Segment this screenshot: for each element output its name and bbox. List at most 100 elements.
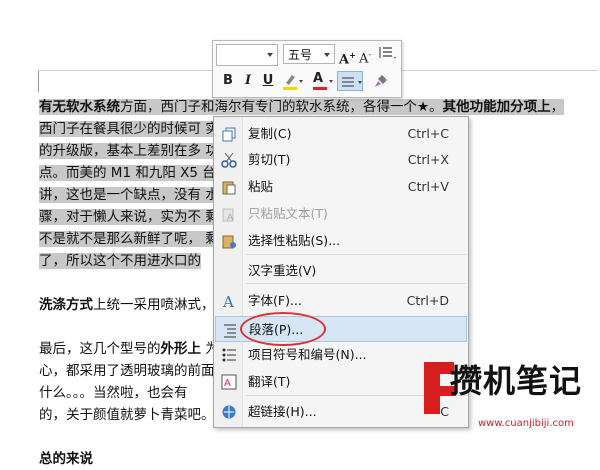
- page-margin-marker: [38, 70, 39, 92]
- italic-button[interactable]: I: [239, 71, 257, 91]
- watermark-url: www.cuanjibiji.com: [478, 418, 574, 429]
- highlight-button[interactable]: [281, 71, 303, 91]
- watermark-logo: 攒机笔记 www.cuanjibiji.com: [420, 352, 600, 435]
- bullets-icon: [222, 348, 236, 362]
- menu-item-7[interactable]: A 字体(F)... Ctrl+D: [215, 288, 467, 314]
- line-spacing-button[interactable]: [377, 45, 397, 65]
- paste-text-icon: A: [222, 208, 234, 222]
- text-run: 了，所以这个不用进水口的: [39, 253, 201, 269]
- font-color-swatch: [313, 87, 327, 90]
- menu-separator: [246, 283, 466, 284]
- selected-text: 有无软水系统方面，西门子和海尔有专门的软水系统，各得一个★。其他功能加分项上，: [39, 99, 565, 115]
- menu-item-label: 翻译(T): [248, 374, 291, 389]
- bold-run: 有无软水系统: [39, 99, 120, 115]
- menu-item-shortcut: Ctrl+V: [407, 179, 449, 194]
- menu-item-label: 超链接(H)...: [248, 404, 317, 419]
- font-color-icon: A: [313, 71, 324, 86]
- bold-run: 总的来说: [39, 451, 93, 467]
- text-run: 上统一采用喷淋式，: [93, 297, 215, 313]
- highlighter-icon: [286, 75, 295, 85]
- menu-item-label: 选择性粘贴(S)...: [248, 233, 341, 248]
- selected-text: 了，所以这个不用进水口的: [39, 253, 201, 269]
- underline-button[interactable]: U: [259, 71, 277, 91]
- shrink-font-button[interactable]: A-: [357, 45, 373, 66]
- text-run: 的，关于颜值就萝卜青菜吧。: [39, 407, 215, 423]
- menu-item-5[interactable]: 选择性粘贴(S)...: [215, 228, 467, 254]
- text-line: 有无软水系统方面，西门子和海尔有专门的软水系统，各得一个★。其他功能加分项上，: [39, 96, 599, 118]
- font-name-select[interactable]: [216, 44, 278, 66]
- menu-item-label: 汉字重选(V): [248, 263, 317, 278]
- chevron-down-icon: [299, 80, 303, 83]
- font-icon: A: [222, 293, 234, 309]
- highlight-color-swatch: [283, 87, 297, 90]
- shrink-font-sup: -: [368, 50, 372, 59]
- menu-item-label: 复制(C): [248, 126, 292, 141]
- paragraph-icon: [224, 324, 236, 338]
- hyperlink-icon: [222, 405, 236, 419]
- format-painter-icon: [375, 75, 387, 87]
- align-icon: [342, 77, 354, 87]
- chevron-down-icon: [358, 81, 362, 84]
- font-color-button[interactable]: A: [311, 71, 333, 91]
- menu-item-label: 只粘贴文本(T): [248, 206, 328, 221]
- svg-text:A: A: [227, 213, 234, 222]
- bold-icon: B: [223, 73, 233, 88]
- underline-icon: U: [262, 73, 274, 88]
- align-button[interactable]: [337, 71, 363, 91]
- text-run: 什么。。。当然啦，也会有: [39, 385, 188, 401]
- translate-icon: A: [221, 374, 237, 390]
- chevron-down-icon: [267, 53, 273, 57]
- text-run: 点。而美的 M1 和九阳 X5 台: [39, 165, 216, 181]
- menu-item-shortcut: Ctrl+C: [407, 126, 449, 141]
- text-run: 骤，对于懒人来说，实为不: [39, 209, 201, 225]
- grow-font-button[interactable]: A+: [339, 45, 356, 68]
- menu-item-label: 项目符号和编号(N)...: [248, 347, 367, 362]
- font-size-value: 五号: [288, 48, 313, 62]
- scissors-icon: [221, 152, 237, 168]
- grow-font-icon: A: [339, 52, 350, 68]
- text-line: 总的来说: [39, 448, 599, 470]
- menu-item-1[interactable]: 复制(C) Ctrl+C: [215, 121, 467, 147]
- chevron-down-icon: [324, 53, 330, 57]
- bold-run: 外形上: [160, 341, 202, 357]
- highlight-ring: [240, 312, 326, 346]
- menu-item-label: 粘贴: [248, 179, 274, 194]
- line-text: 什么。。。当然啦，也会有: [39, 385, 188, 401]
- mini-format-toolbar: 五号 A+ A- B I U A: [212, 40, 402, 98]
- text-run: 的升级版，基本上差别在多: [39, 143, 201, 159]
- italic-icon: I: [244, 73, 252, 88]
- bold-run: 其他功能加分项上: [442, 99, 551, 115]
- menu-item-6[interactable]: 汉字重选(V): [215, 258, 467, 284]
- text-run: 不是就不是那么新鲜了呢，: [39, 231, 201, 247]
- svg-text:A: A: [222, 293, 234, 309]
- watermark-text: 攒机笔记: [450, 362, 583, 400]
- line-text: 心，都采用了透明玻璃的前面: [39, 363, 215, 379]
- text-run: 方面，西门子和海尔有专门的软水系统，各得一个★。: [120, 99, 443, 115]
- line-text: 的，关于颜值就萝卜青菜吧。: [39, 407, 215, 423]
- line-text: 总的来说: [39, 451, 93, 467]
- menu-item-shortcut: Ctrl+X: [407, 152, 449, 167]
- bold-run: 洗涤方式: [39, 297, 93, 313]
- svg-text:A: A: [224, 378, 231, 389]
- line-spacing-icon: [379, 47, 396, 59]
- menu-item-3[interactable]: 粘贴 Ctrl+V: [215, 174, 467, 200]
- chevron-down-icon: [329, 80, 333, 83]
- text-run: 西门子在餐具很少的时候可: [39, 121, 201, 137]
- grow-font-sup: +: [349, 50, 356, 60]
- text-run: 讲，这也是一个缺点，没有: [39, 187, 201, 203]
- menu-separator: [246, 254, 466, 255]
- menu-item-label: 剪切(T): [248, 152, 291, 167]
- text-run: 心，都采用了透明玻璃的前面: [39, 363, 215, 379]
- bold-button[interactable]: B: [219, 71, 237, 91]
- menu-item-4: A 只粘贴文本(T): [215, 201, 467, 227]
- text-run: ，: [550, 99, 565, 115]
- text-run: 最后，这几个型号的: [39, 341, 161, 357]
- format-painter-button[interactable]: [371, 71, 391, 91]
- paste-icon: [222, 181, 236, 195]
- document-page: 有无软水系统方面，西门子和海尔有专门的软水系统，各得一个★。其他功能加分项上， 西…: [0, 0, 600, 467]
- font-size-select[interactable]: 五号: [283, 44, 335, 64]
- menu-item-shortcut: Ctrl+D: [406, 293, 449, 308]
- copy-icon: [222, 127, 236, 142]
- paste-special-icon: [222, 235, 236, 249]
- menu-item-2[interactable]: 剪切(T) Ctrl+X: [215, 147, 467, 173]
